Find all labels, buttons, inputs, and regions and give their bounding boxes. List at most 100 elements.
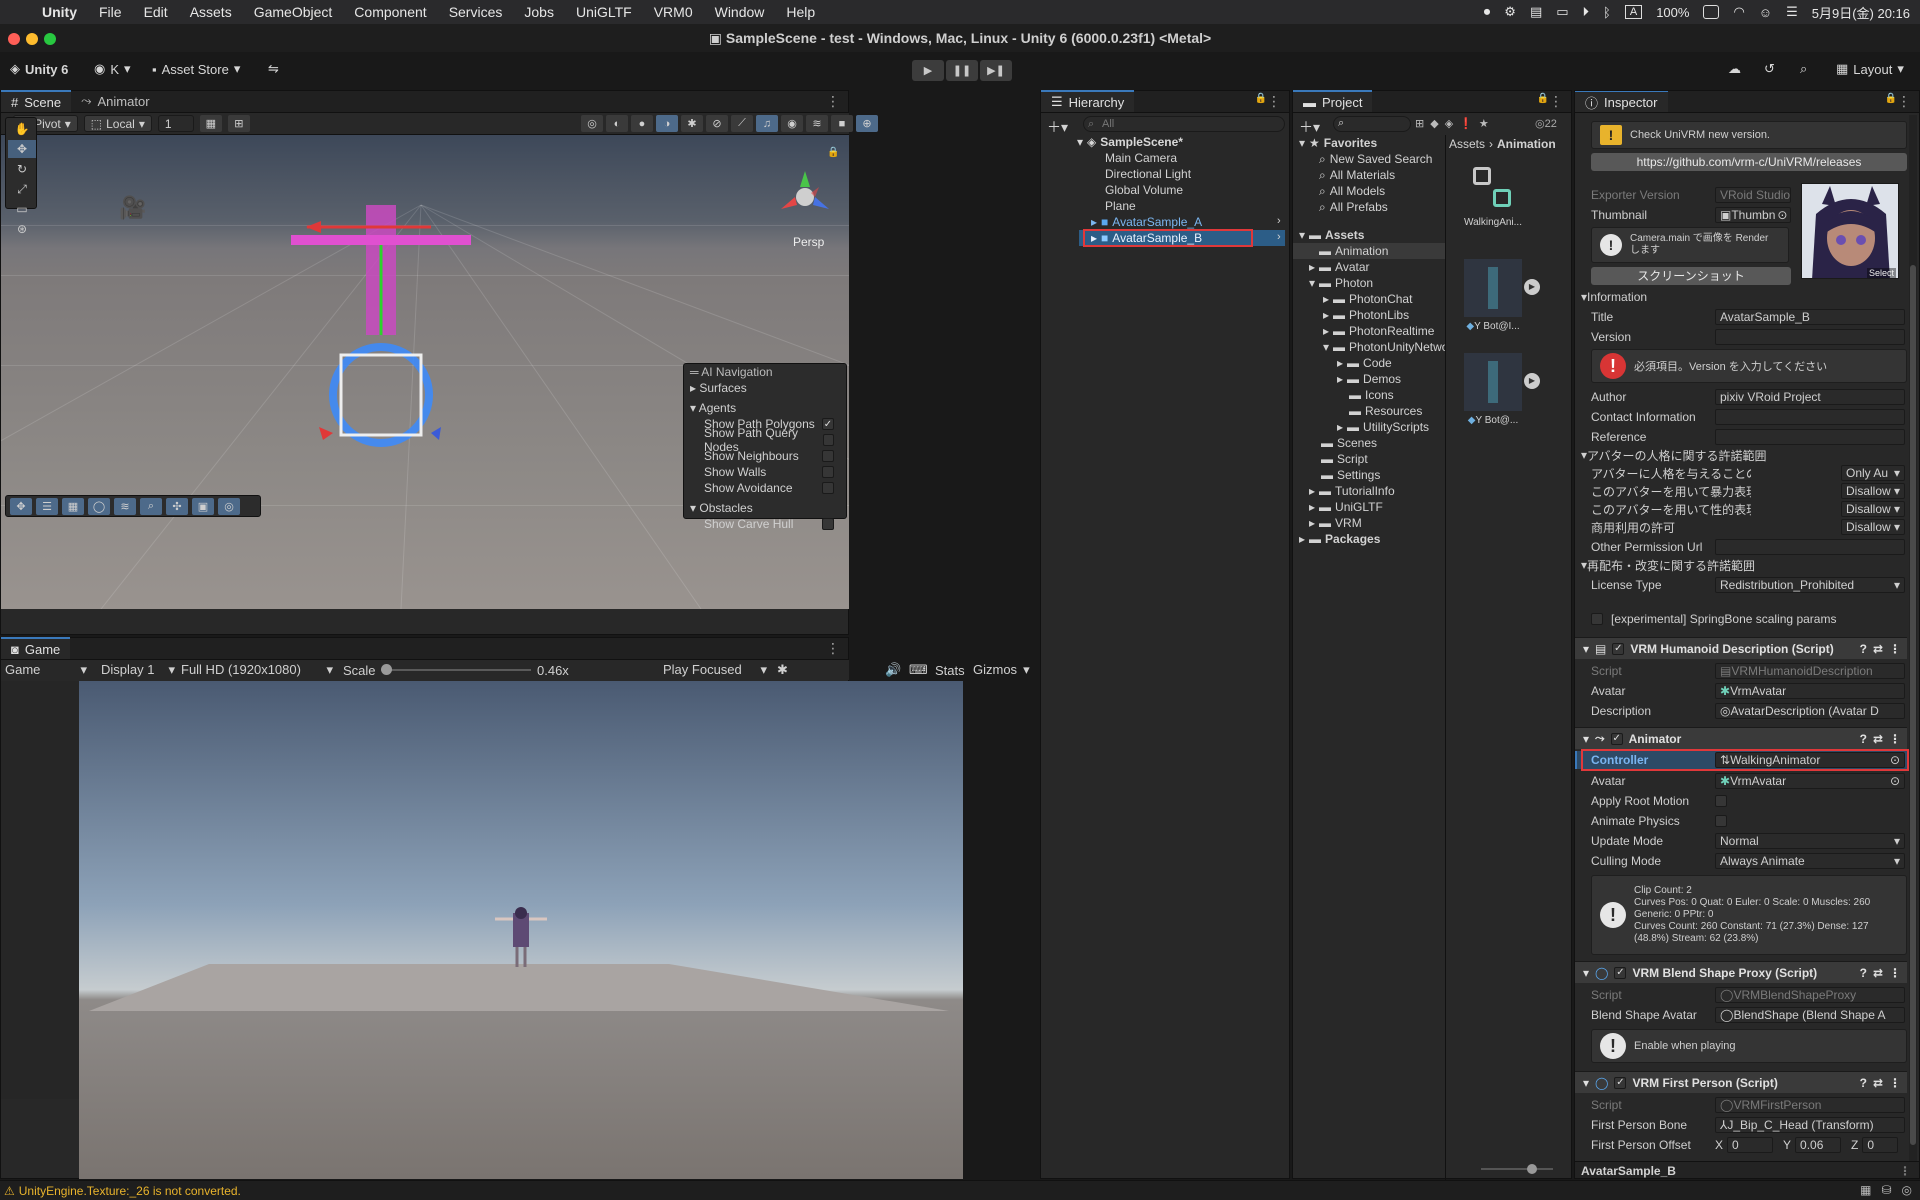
wifi-icon[interactable]: ◠	[1733, 4, 1744, 20]
history-icon[interactable]: ↺	[1764, 61, 1775, 77]
folder-vrm[interactable]: ▸ ▬ VRM	[1309, 515, 1362, 531]
sexual-usage-dropdown[interactable]: Disallow ▾	[1841, 501, 1905, 517]
folder-avatar[interactable]: ▸ ▬ Avatar	[1309, 259, 1370, 275]
tab-inspector[interactable]: ⓘ Inspector	[1575, 91, 1668, 112]
lock-icon[interactable]: 🔒	[1885, 93, 1897, 104]
local-dropdown[interactable]: ⬚ Local ▾	[83, 115, 152, 132]
kebab-menu-icon[interactable]: ⋮	[826, 640, 840, 657]
menu-jobs[interactable]: Jobs	[513, 4, 565, 20]
debug-icon[interactable]: ✱	[681, 115, 703, 132]
lock-icon[interactable]: 🔒	[1537, 93, 1549, 104]
search-type-icon[interactable]: ⊞	[1415, 117, 1424, 130]
audio-icon[interactable]: ♫	[756, 115, 778, 132]
blendshape-component-header[interactable]: ▾ ◯ ✓ VRM Blend Shape Proxy (Script) ? ⇄ ⋮	[1575, 961, 1907, 983]
favorite-all-prefabs[interactable]: ⌕ All Prefabs	[1319, 199, 1388, 215]
filter-label-icon[interactable]: ◆	[1430, 117, 1438, 130]
inspector-scrollbar-thumb[interactable]	[1910, 265, 1916, 1145]
thumbnail-select-label[interactable]: Select	[1866, 268, 1896, 278]
step-button[interactable]: ▶❚	[980, 60, 1012, 81]
hierarchy-item-global-volume[interactable]: Global Volume	[1105, 182, 1183, 198]
control-center-icon[interactable]: ☰	[1786, 4, 1798, 20]
folder-photonunitynetworking[interactable]: ▾▬PhotonUnityNetworking	[1323, 339, 1445, 355]
menu-window[interactable]: Window	[704, 4, 776, 20]
cache-icon[interactable]: ⛁	[1881, 1183, 1891, 1197]
game-viewport[interactable]	[1, 681, 963, 1179]
project-add-button[interactable]: ＋▾	[1299, 117, 1320, 137]
animator-component-header[interactable]: ▾ ⤳ ✓ Animator ? ⇄ ⋮	[1575, 727, 1907, 749]
keyboard-icon[interactable]: ⌨	[909, 662, 928, 678]
resolution-dropdown[interactable]: Full HD (1920x1080) ▾	[181, 662, 333, 678]
move-snap-icon[interactable]: ✥	[10, 497, 32, 515]
unity-home-button[interactable]: ◈ Unity 6	[10, 61, 68, 77]
zoom-window-button[interactable]	[44, 33, 56, 45]
anchor-icon[interactable]: ✣	[166, 497, 188, 515]
file-walking-animator[interactable]: WalkingAni...	[1453, 163, 1533, 228]
scale-slider-thumb[interactable]	[381, 664, 392, 675]
cloud-icon[interactable]: ☁	[1728, 61, 1741, 77]
status-message[interactable]: UnityEngine.Texture:_26 is not converted…	[19, 1184, 241, 1198]
menu-services[interactable]: Services	[438, 4, 514, 20]
blendshape-enable-checkbox[interactable]: ✓	[1614, 966, 1627, 979]
humanoid-enable-checkbox[interactable]: ✓	[1612, 642, 1625, 655]
hierarchy-scene-row[interactable]: ▾ ◈ SampleScene*	[1077, 134, 1287, 150]
favorite-star-icon[interactable]: ★	[1479, 117, 1489, 130]
folder-animation[interactable]: ▬ Animation	[1293, 243, 1445, 259]
shaded-icon[interactable]: ●	[631, 115, 653, 132]
kebab-menu-icon[interactable]: ⋮	[1897, 93, 1911, 110]
menu-assets[interactable]: Assets	[179, 4, 243, 20]
expand-arrow-icon[interactable]: ›	[1277, 215, 1281, 227]
show-avoidance-checkbox[interactable]	[822, 482, 834, 494]
close-window-button[interactable]	[8, 33, 20, 45]
humanoid-description-field[interactable]: ◎ AvatarDescription (Avatar D	[1715, 703, 1905, 719]
inspector-scrollbar[interactable]	[1909, 115, 1917, 1165]
obstacles-foldout[interactable]: ▾ Obstacles	[684, 500, 846, 516]
apply-root-motion-checkbox[interactable]	[1715, 795, 1727, 807]
assets-foldout[interactable]: ▾ ▬ Assets	[1299, 227, 1364, 243]
show-path-polygons-checkbox[interactable]: ✓	[822, 418, 834, 430]
grid-visibility-icon[interactable]: ⊞	[227, 115, 250, 132]
layers-icon[interactable]: ≋	[806, 115, 828, 132]
extension-icon[interactable]: ⚙	[1504, 4, 1516, 20]
version-field[interactable]	[1715, 329, 1905, 345]
menu-file[interactable]: File	[88, 4, 133, 20]
compass-icon[interactable]: ◎	[218, 497, 240, 515]
speaker-icon[interactable]: 🔊	[885, 662, 901, 678]
folder-script[interactable]: ▬ Script	[1321, 451, 1368, 467]
kebab-menu-icon[interactable]: ⋮	[1549, 93, 1563, 110]
minimize-window-button[interactable]	[26, 33, 38, 45]
play-button[interactable]: ▶	[912, 60, 944, 81]
2d-toggle-icon[interactable]: ⊘	[706, 115, 728, 132]
shaded-wire-icon[interactable]: ◐	[606, 115, 628, 132]
search-icon[interactable]: ⌕	[1800, 61, 1807, 77]
gizmos-dropdown[interactable]: Gizmos ▾	[973, 662, 1030, 678]
lock-icon[interactable]: 🔒	[1255, 93, 1267, 104]
commercial-usage-dropdown[interactable]: Disallow ▾	[1841, 519, 1905, 535]
transform-tool-icon[interactable]: ⊛	[8, 220, 36, 238]
folder-tutorialinfo[interactable]: ▸ ▬ TutorialInfo	[1309, 483, 1395, 499]
icon-size-slider-thumb[interactable]	[1527, 1164, 1537, 1174]
folder-settings[interactable]: ▬ Settings	[1321, 467, 1380, 483]
menu-unigltf[interactable]: UniGLTF	[565, 4, 643, 20]
lighting-icon[interactable]: ⟋	[731, 115, 753, 132]
hierarchy-add-button[interactable]: ＋▾	[1047, 117, 1068, 137]
hierarchy-item-directional-light[interactable]: Directional Light	[1105, 166, 1191, 182]
progress-icon[interactable]: ▦	[1860, 1183, 1871, 1197]
file-ybot-1[interactable]: ▶ ◆Y Bot@I...	[1453, 259, 1540, 332]
kebab-menu-icon[interactable]: ⋮	[826, 93, 840, 110]
show-neighbours-checkbox[interactable]	[822, 450, 834, 462]
springbone-checkbox[interactable]	[1591, 613, 1603, 625]
menu-gameobject[interactable]: GameObject	[243, 4, 344, 20]
favorite-all-materials[interactable]: ⌕ All Materials	[1319, 167, 1395, 183]
firstperson-enable-checkbox[interactable]: ✓	[1614, 1076, 1627, 1089]
folder-icons[interactable]: ▬ Icons	[1349, 387, 1394, 403]
first-person-bone-field[interactable]: ⅄ J_Bip_C_Head (Transform)	[1715, 1117, 1905, 1133]
rotate-tool-icon[interactable]: ↻	[8, 160, 36, 178]
favorites-foldout[interactable]: ▾ ★ Favorites	[1299, 135, 1377, 151]
resize-handle-icon[interactable]: ⋮	[1899, 1162, 1911, 1178]
show-carve-hull-row[interactable]: Show Carve Hull	[684, 516, 846, 532]
menu-app[interactable]: Unity	[31, 4, 88, 20]
tab-animator[interactable]: ⤳ Animator	[71, 90, 159, 112]
show-path-query-nodes-row[interactable]: Show Path Query Nodes	[684, 426, 846, 454]
version-control-icon[interactable]: ⇋	[268, 61, 279, 77]
layout-dropdown[interactable]: ▦ Layout ▾	[1836, 61, 1904, 77]
